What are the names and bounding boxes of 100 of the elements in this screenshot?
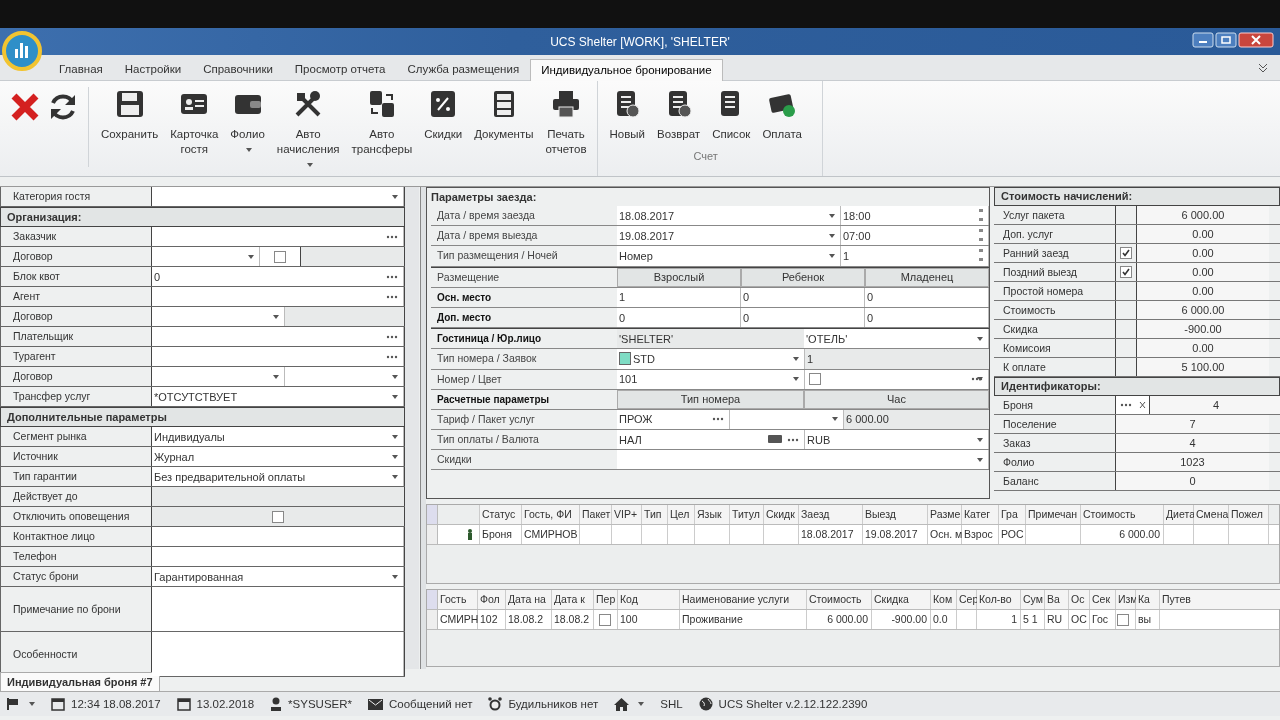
column-header[interactable]: Ком: [931, 590, 957, 609]
checkbox[interactable]: [272, 510, 284, 523]
number-field[interactable]: 0: [741, 287, 865, 307]
clear-icon[interactable]: [1138, 401, 1146, 409]
minimize-icon[interactable]: [1192, 32, 1214, 48]
toolbar-button[interactable]: Печать отчетов: [539, 87, 593, 159]
column-header[interactable]: Выезд: [863, 505, 928, 524]
column-header[interactable]: Тип: [642, 505, 668, 524]
column-header[interactable]: Ос: [1069, 590, 1090, 609]
column-header[interactable]: Катег: [962, 505, 999, 524]
column-header[interactable]: Дата к: [552, 590, 594, 609]
dropdown-field[interactable]: [152, 367, 285, 386]
number-field[interactable]: 1: [617, 287, 741, 307]
dropdown-field[interactable]: Индивидуалы: [152, 427, 404, 446]
caret-icon[interactable]: [638, 702, 645, 706]
scrollbar[interactable]: [405, 187, 419, 669]
column-header[interactable]: Титул: [730, 505, 764, 524]
checkbox[interactable]: [1117, 613, 1129, 626]
close-icon[interactable]: [1238, 32, 1274, 48]
column-header[interactable]: Кол-во: [977, 590, 1021, 609]
dropdown-field[interactable]: 101: [617, 369, 805, 389]
lookup-field[interactable]: [152, 287, 404, 306]
lookup-field[interactable]: [152, 227, 404, 246]
lookup-field[interactable]: НАЛ: [617, 430, 805, 450]
column-header[interactable]: Скидк: [764, 505, 799, 524]
number-field[interactable]: 0: [741, 307, 865, 328]
dropdown-field[interactable]: Журнал: [152, 447, 404, 466]
input-field[interactable]: [152, 527, 404, 546]
dropdown-field[interactable]: Гарантированная: [152, 567, 404, 586]
home-icon[interactable]: [614, 697, 630, 711]
ribbon-tab[interactable]: Справочники: [192, 63, 284, 80]
ribbon-tab[interactable]: Главная: [48, 63, 114, 80]
dropdown-field[interactable]: [152, 307, 285, 326]
dropdown-field[interactable]: [152, 187, 404, 206]
ribbon-tab[interactable]: Индивидуальное бронирование: [530, 59, 723, 81]
dropdown-field[interactable]: *ОТСУТСТВУЕТ: [152, 387, 404, 406]
lookup-field[interactable]: [152, 347, 404, 366]
column-header[interactable]: Разме: [928, 505, 962, 524]
column-header[interactable]: Язык: [695, 505, 730, 524]
column-header[interactable]: Скидка: [872, 590, 931, 609]
toolbar-button[interactable]: Авто начисления: [270, 87, 346, 174]
dropdown-field[interactable]: RUB: [805, 430, 989, 450]
time-field[interactable]: 07:00: [841, 226, 989, 246]
dropdown-field[interactable]: Без предварительной оплаты: [152, 467, 404, 486]
memo-field[interactable]: [152, 632, 404, 676]
toolbar-button[interactable]: Возврат: [651, 87, 707, 144]
ribbon-tab[interactable]: Настройки: [113, 63, 193, 80]
column-header[interactable]: Наименование услуги: [680, 590, 807, 609]
input-field[interactable]: [152, 547, 404, 566]
date-field[interactable]: [152, 487, 404, 506]
collapse-icon[interactable]: [1258, 63, 1268, 73]
column-header[interactable]: Гость: [438, 590, 478, 609]
document-tab[interactable]: Индивидуальная броня #7: [0, 672, 160, 691]
toolbar-button[interactable]: Карточка гостя: [164, 87, 225, 159]
dropdown-field[interactable]: Номер: [617, 246, 841, 266]
ribbon-tab[interactable]: Просмотр отчета: [283, 63, 397, 80]
lookup-field[interactable]: 0: [152, 267, 404, 286]
column-header[interactable]: Путев: [1160, 590, 1280, 609]
checkbox[interactable]: [599, 613, 611, 626]
ribbon-tab[interactable]: Служба размещения: [396, 63, 531, 80]
toolbar-button[interactable]: Оплата: [756, 87, 808, 144]
lookup-field[interactable]: [152, 327, 404, 346]
column-header[interactable]: Ва: [1045, 590, 1069, 609]
toolbar-button[interactable]: Скидки: [418, 87, 469, 144]
memo-field[interactable]: [152, 587, 404, 631]
column-header[interactable]: Гость, ФИ: [522, 505, 580, 524]
column-header[interactable]: Сум: [1021, 590, 1045, 609]
ellipsis-icon[interactable]: [1119, 403, 1132, 407]
column-header[interactable]: Заезд: [799, 505, 863, 524]
column-header[interactable]: Пакет: [580, 505, 612, 524]
column-header[interactable]: Стоимость: [1081, 505, 1164, 524]
flag-icon[interactable]: [6, 698, 20, 710]
toolbar-button[interactable]: Новый: [603, 87, 651, 144]
column-header[interactable]: Дата на: [506, 590, 552, 609]
restore-icon[interactable]: [1215, 32, 1237, 48]
column-header[interactable]: Пер: [594, 590, 618, 609]
toolbar-button[interactable]: Сохранить: [95, 87, 165, 144]
column-header[interactable]: Диета: [1164, 505, 1194, 524]
dropdown-field[interactable]: [152, 247, 260, 266]
number-field[interactable]: 0: [865, 307, 989, 328]
column-header[interactable]: Гра: [999, 505, 1026, 524]
date-field[interactable]: 19.08.2017: [617, 226, 841, 246]
dropdown-field[interactable]: [285, 367, 404, 386]
column-header[interactable]: Стоимость: [807, 590, 872, 609]
number-field[interactable]: 0: [617, 307, 741, 328]
column-header[interactable]: Фол: [478, 590, 506, 609]
column-header[interactable]: Цел: [668, 505, 695, 524]
dropdown-field[interactable]: STD: [617, 349, 805, 369]
column-header[interactable]: Пожел: [1229, 505, 1269, 524]
toolbar-button[interactable]: Авто трансферы: [345, 87, 419, 159]
number-field[interactable]: 0: [865, 287, 989, 307]
checkbox[interactable]: [274, 250, 286, 263]
column-header[interactable]: Статус: [480, 505, 522, 524]
date-field[interactable]: 18.08.2017: [617, 206, 841, 226]
app-logo-icon[interactable]: [2, 31, 42, 71]
number-field[interactable]: 1: [841, 246, 989, 266]
column-header[interactable]: Ка: [1136, 590, 1160, 609]
delete-icon[interactable]: [9, 91, 41, 123]
dropdown-field[interactable]: [617, 450, 989, 470]
color-picker[interactable]: [805, 369, 989, 389]
